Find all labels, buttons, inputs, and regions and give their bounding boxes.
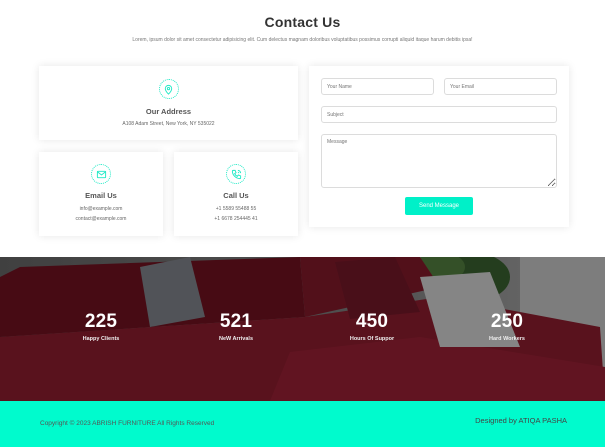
stat-number: 250 [490, 311, 524, 332]
stat-number: 225 [84, 311, 118, 332]
stat-number: 450 [355, 311, 389, 332]
footer: Copyright © 2023 ABRISH FURNITURE All Ri… [0, 401, 605, 447]
copyright-text: Copyright © 2023 ABRISH FURNITURE All Ri… [40, 420, 215, 427]
stat-label: Hard Workers [489, 336, 525, 342]
email-card: Email Us info@example.com contact@exampl… [39, 152, 163, 236]
email-line-1: info@example.com [79, 206, 123, 212]
call-title: Call Us [223, 191, 249, 200]
contact-section: Contact Us Lorem, ipsum dolor sit amet c… [0, 0, 605, 257]
contact-title: Contact Us [264, 14, 341, 30]
map-pin-icon [158, 79, 179, 99]
call-card: Call Us +1 5589 55488 55 +1 6678 254445 … [174, 152, 298, 236]
stat-label: NeW Arrivals [218, 336, 254, 342]
stat-hours-of-support: 450 Hours Of Suppor [322, 311, 422, 342]
envelope-icon [91, 164, 111, 184]
name-input[interactable] [321, 78, 434, 95]
stat-number: 521 [219, 311, 253, 332]
stat-label: Hours Of Suppor [349, 336, 395, 342]
call-line-2: +1 6678 254445 41 [214, 216, 258, 222]
send-message-button[interactable]: Send Message [405, 197, 473, 215]
phone-icon [226, 164, 246, 184]
email-title: Email Us [85, 191, 117, 200]
call-line-1: +1 5589 55488 55 [215, 206, 257, 212]
message-textarea[interactable] [321, 134, 557, 188]
email-input[interactable] [444, 78, 557, 95]
stat-label: Happy Clients [82, 336, 120, 342]
designed-by-text: Designed by ATIQA PASHA [475, 416, 567, 425]
address-line: A108 Adam Street, New York, NY 535022 [122, 121, 215, 127]
stat-new-arrivals: 521 NeW Arrivals [186, 311, 286, 342]
subject-input[interactable] [321, 106, 557, 123]
stat-happy-clients: 225 Happy Clients [51, 311, 151, 342]
email-line-2: contact@example.com [75, 216, 127, 222]
contact-form: Send Message [309, 66, 569, 227]
stat-hard-workers: 250 Hard Workers [457, 311, 557, 342]
address-title: Our Address [145, 107, 192, 116]
contact-description: Lorem, ipsum dolor sit amet consectetur … [132, 37, 473, 43]
address-card: Our Address A108 Adam Street, New York, … [39, 66, 298, 140]
stats-section: 225 Happy Clients 521 NeW Arrivals 450 H… [0, 257, 605, 401]
